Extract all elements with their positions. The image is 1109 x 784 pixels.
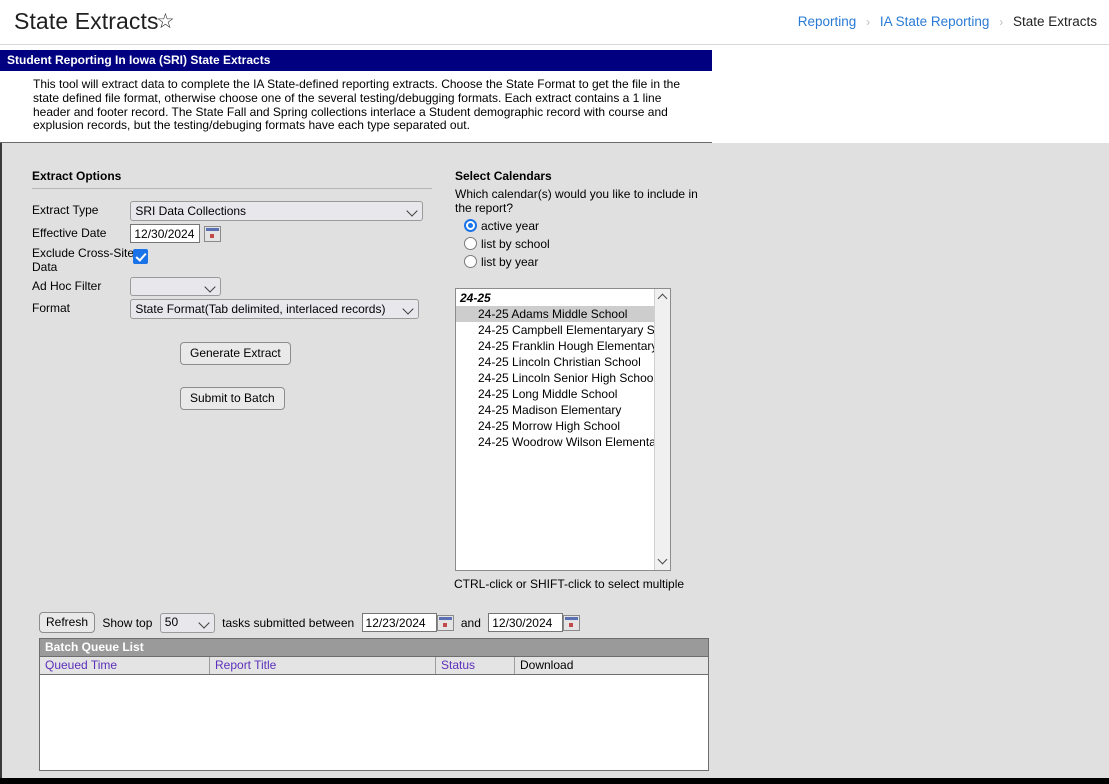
page-title: State Extracts [14, 8, 159, 34]
calendar-icon[interactable] [563, 614, 581, 631]
radio-list-by-school-label: list by school [481, 237, 550, 251]
list-item[interactable]: 24-25 Lincoln Senior High School [456, 370, 654, 386]
scroll-up-arrow-icon[interactable] [655, 290, 670, 306]
select-calendars-legend: Select Calendars [455, 169, 552, 183]
list-item[interactable]: 24-25 Madison Elementary [456, 402, 654, 418]
batch-queue-header-row: Queued Time Report Title Status Download [40, 657, 708, 675]
window-bottom-strip [0, 778, 1109, 784]
effective-date-input[interactable] [130, 224, 201, 243]
generate-extract-button-wrap: Generate Extract [180, 342, 291, 365]
batch-date-to-input[interactable] [488, 613, 564, 632]
breadcrumb-current: State Extracts [1012, 14, 1097, 29]
chevron-right-icon: › [866, 15, 871, 29]
list-item[interactable]: 24-25 Woodrow Wilson Elementary [456, 434, 654, 450]
column-header-download: Download [520, 658, 574, 672]
column-header-queued-time[interactable]: Queued Time [40, 657, 210, 674]
radio-active-year-indicator [464, 219, 477, 232]
calendar-listbox[interactable]: 24-25 24-25 Adams Middle School 24-25 Ca… [455, 288, 671, 571]
exclude-cross-site-checkbox[interactable] [133, 249, 148, 264]
refresh-button[interactable]: Refresh [39, 612, 96, 633]
calendar-icon[interactable] [436, 614, 454, 631]
main-panel: Extract Options Extract Type SRI Data Co… [0, 143, 1109, 780]
list-group-header: 24-25 [460, 291, 491, 305]
format-label: Format [32, 301, 71, 316]
field-extract-type: Extract Type SRI Data Collections [32, 201, 424, 221]
submit-to-batch-button-wrap: Submit to Batch [180, 387, 285, 410]
radio-list-by-year[interactable]: list by year [464, 255, 705, 269]
section-header: Student Reporting In Iowa (SRI) State Ex… [0, 50, 712, 71]
generate-extract-button[interactable]: Generate Extract [180, 342, 291, 365]
radio-list-by-year-label: list by year [481, 255, 539, 269]
radio-list-by-school-indicator [464, 237, 477, 250]
radio-list-by-year-indicator [464, 255, 477, 268]
tool-description: This tool will extract data to complete … [33, 77, 681, 133]
select-calendars-question: Which calendar(s) would you like to incl… [455, 187, 698, 215]
list-item[interactable]: 24-25 Campbell Elementaryary School [456, 322, 654, 338]
list-item[interactable]: 24-25 Franklin Hough Elementary [456, 338, 654, 354]
column-header-status[interactable]: Status [436, 657, 515, 674]
breadcrumb: Reporting › IA State Reporting › State E… [798, 14, 1097, 29]
batch-queue-title: Batch Queue List [40, 639, 708, 657]
favorite-star-icon[interactable]: ☆ [156, 10, 175, 34]
format-select[interactable]: State Format(Tab delimited, interlaced r… [130, 299, 420, 319]
app-title-bar: State Extracts ☆ Reporting › IA State Re… [0, 0, 1109, 45]
submit-to-batch-button[interactable]: Submit to Batch [180, 387, 285, 410]
ad-hoc-filter-label: Ad Hoc Filter [32, 278, 102, 293]
description-box: This tool will extract data to complete … [0, 71, 712, 143]
list-item[interactable]: 24-25 Long Middle School [456, 386, 654, 402]
field-ad-hoc-filter: Ad Hoc Filter [32, 277, 222, 296]
extract-type-label: Extract Type [32, 203, 99, 218]
ad-hoc-filter-select[interactable] [130, 277, 222, 296]
radio-active-year[interactable]: active year [464, 219, 705, 233]
batch-queue-list: Batch Queue List Queued Time Report Titl… [39, 638, 709, 771]
calendar-list-items: 24-25 24-25 Adams Middle School 24-25 Ca… [456, 289, 654, 570]
show-top-label: Show top [102, 615, 153, 630]
chevron-right-icon: › [999, 15, 1004, 29]
extract-options-legend: Extract Options [32, 169, 432, 189]
multi-select-hint: CTRL-click or SHIFT-click to select mult… [454, 577, 685, 591]
breadcrumb-item-reporting[interactable]: Reporting [798, 14, 857, 29]
batch-date-from-input[interactable] [361, 613, 437, 632]
breadcrumb-item-ia-state-reporting[interactable]: IA State Reporting [880, 14, 990, 29]
select-calendars-group: Select Calendars Which calendar(s) would… [455, 169, 705, 269]
effective-date-label: Effective Date [32, 225, 107, 240]
radio-list-by-school[interactable]: list by school [464, 237, 705, 251]
batch-toolbar: Refresh Show top 50 tasks submitted betw… [39, 612, 581, 633]
scroll-down-arrow-icon[interactable] [655, 553, 670, 569]
exclude-cross-site-checkbox-wrap [133, 249, 148, 267]
and-label: and [460, 615, 481, 630]
listbox-scrollbar[interactable] [654, 289, 670, 570]
column-header-report-title[interactable]: Report Title [210, 657, 436, 674]
extract-type-select[interactable]: SRI Data Collections [130, 201, 424, 221]
list-item[interactable]: 24-25 Lincoln Christian School [456, 354, 654, 370]
field-effective-date: Effective Date [32, 224, 221, 243]
field-format: Format State Format(Tab delimited, inter… [32, 299, 420, 319]
show-top-select[interactable]: 50 [159, 612, 215, 633]
extract-options-group: Extract Options [32, 169, 432, 189]
list-item[interactable]: 24-25 Adams Middle School [456, 306, 654, 322]
radio-active-year-label: active year [481, 219, 540, 233]
tasks-submitted-between-label: tasks submitted between [222, 615, 355, 630]
calendar-icon[interactable] [203, 225, 221, 242]
batch-queue-body [40, 675, 708, 770]
list-item[interactable]: 24-25 Morrow High School [456, 418, 654, 434]
